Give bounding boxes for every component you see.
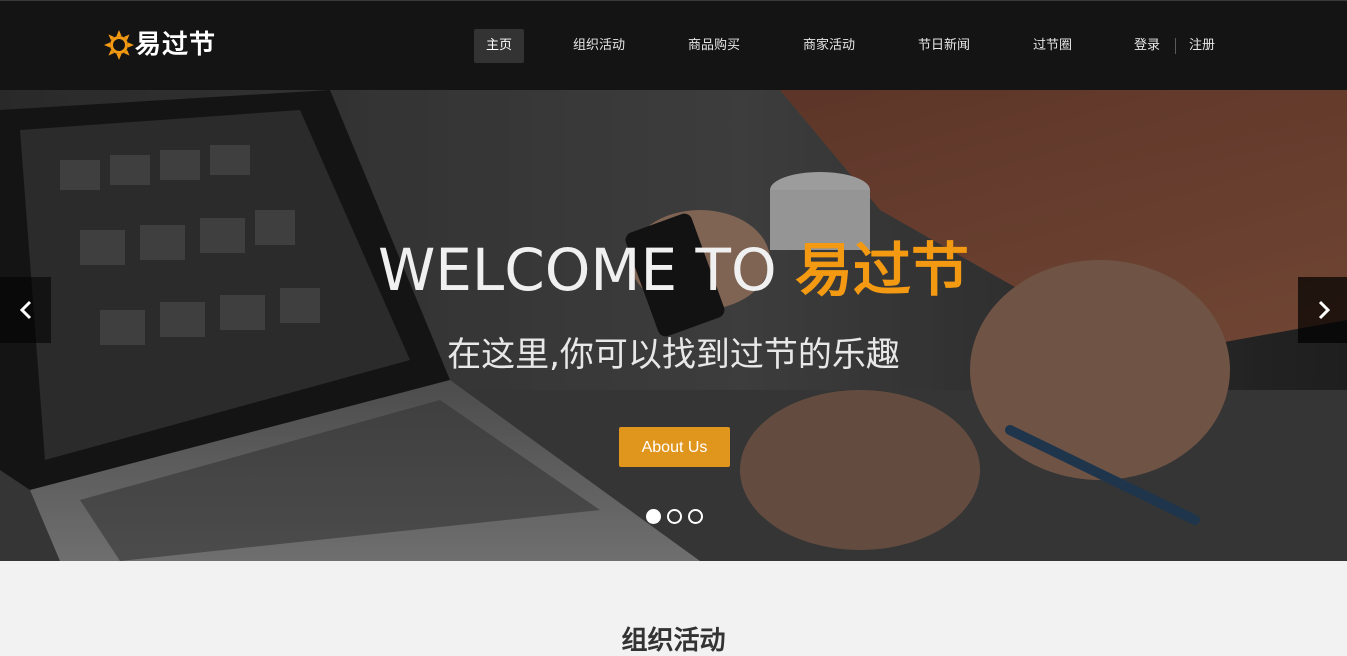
carousel-indicators xyxy=(646,509,709,524)
hero-dark-overlay xyxy=(0,90,1347,561)
carousel-next-button[interactable] xyxy=(1298,277,1347,343)
logo-text: 易过节 xyxy=(135,30,217,60)
chevron-left-icon xyxy=(19,300,31,320)
nav-divider xyxy=(1175,38,1176,54)
carousel-dot-1[interactable] xyxy=(646,509,661,524)
nav-item-home[interactable]: 主页 xyxy=(474,29,525,63)
nav-item-festival-news[interactable]: 节日新闻 xyxy=(918,29,970,63)
hero-carousel: WELCOME TO 易过节 在这里,你可以找到过节的乐趣 About Us xyxy=(0,90,1347,561)
nav-item-festival-circle[interactable]: 过节圈 xyxy=(1033,29,1072,63)
hero-subtitle: 在这里,你可以找到过节的乐趣 xyxy=(447,335,900,375)
sun-icon xyxy=(104,30,134,60)
nav-item-merchant-activity[interactable]: 商家活动 xyxy=(803,29,855,63)
nav-item-shopping[interactable]: 商品购买 xyxy=(688,29,740,63)
carousel-prev-button[interactable] xyxy=(0,277,51,343)
carousel-dot-3[interactable] xyxy=(688,509,703,524)
register-link[interactable]: 注册 xyxy=(1189,29,1215,63)
carousel-dot-2[interactable] xyxy=(667,509,682,524)
chevron-right-icon xyxy=(1318,300,1330,320)
section-title: 组织活动 xyxy=(621,626,726,656)
hero-title-brand: 易过节 xyxy=(795,236,970,304)
site-logo[interactable]: 易过节 xyxy=(104,28,216,62)
nav-item-organize-activity[interactable]: 组织活动 xyxy=(573,29,625,63)
top-navbar: 易过节 主页 组织活动 商品购买 商家活动 节日新闻 过节圈 登录 注册 xyxy=(0,0,1347,90)
hero-title: WELCOME TO 易过节 xyxy=(0,235,1347,305)
about-us-button[interactable]: About Us xyxy=(619,427,730,467)
login-link[interactable]: 登录 xyxy=(1134,29,1160,63)
hero-title-prefix: WELCOME TO xyxy=(377,236,796,304)
